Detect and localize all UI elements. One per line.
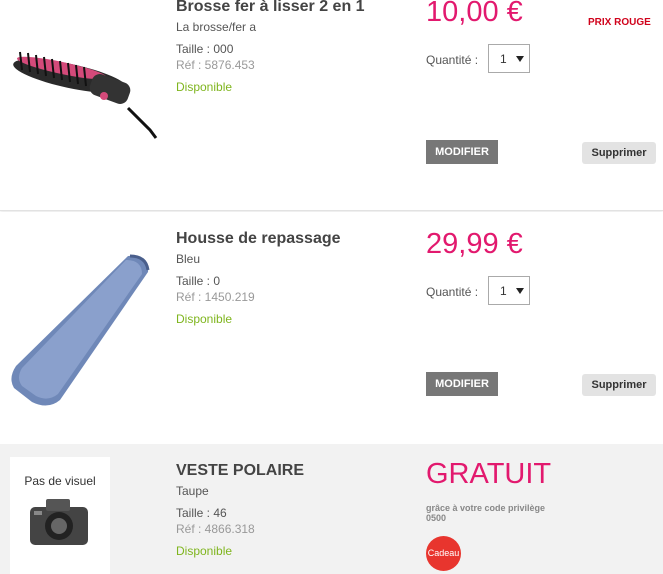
product-price: 29,99 €: [426, 228, 523, 260]
product-size: Taille : 000: [176, 42, 234, 56]
product-subtitle: Taupe: [176, 484, 209, 498]
ironing-board-cover-image: [11, 254, 150, 406]
product-ref: Réf : 1450.219: [176, 290, 255, 304]
hair-straightener-brush-image: [13, 51, 158, 139]
availability-status: Disponible: [176, 80, 233, 94]
quantity-value: 1: [500, 284, 507, 298]
gift-badge: Cadeau: [426, 536, 461, 571]
product-ref: Réf : 5876.453: [176, 58, 255, 72]
product-price: 10,00 €: [426, 0, 523, 28]
quantity-select[interactable]: 1: [488, 276, 530, 305]
availability-status: Disponible: [176, 312, 233, 326]
product-ref: Réf : 4866.318: [176, 522, 255, 536]
gift-code-note: grâce à votre code privilège 0500: [426, 503, 576, 523]
quantity-value: 1: [500, 52, 507, 66]
no-image-label: Pas de visuel: [24, 474, 96, 488]
chevron-down-icon: [516, 288, 524, 294]
quantity-label: Quantité :: [426, 53, 479, 67]
product-price-free: GRATUIT: [426, 458, 552, 490]
chevron-down-icon: [516, 56, 524, 62]
product-size: Taille : 46: [176, 506, 227, 520]
modify-button[interactable]: MODIFIER: [426, 140, 498, 164]
quantity-label: Quantité :: [426, 285, 479, 299]
availability-status: Disponible: [176, 544, 233, 558]
product-title[interactable]: Brosse fer à lisser 2 en 1: [176, 0, 365, 16]
product-size: Taille : 0: [176, 274, 221, 288]
prix-rouge-badge: PRIX ROUGE: [588, 17, 651, 28]
product-title[interactable]: Housse de repassage: [176, 230, 341, 248]
product-title[interactable]: VESTE POLAIRE: [176, 462, 304, 480]
product-subtitle: La brosse/fer a: [176, 20, 257, 34]
quantity-select[interactable]: 1: [488, 44, 530, 73]
camera-icon: [30, 499, 88, 545]
gift-code-note-line: grâce à votre code privilège: [426, 503, 546, 513]
remove-button[interactable]: Supprimer: [582, 142, 656, 164]
modify-button[interactable]: MODIFIER: [426, 372, 498, 396]
product-subtitle: Bleu: [176, 252, 201, 266]
gift-code-value: 0500: [426, 513, 447, 523]
remove-button[interactable]: Supprimer: [582, 374, 656, 396]
no-image-placeholder: Pas de visuel: [10, 457, 110, 574]
